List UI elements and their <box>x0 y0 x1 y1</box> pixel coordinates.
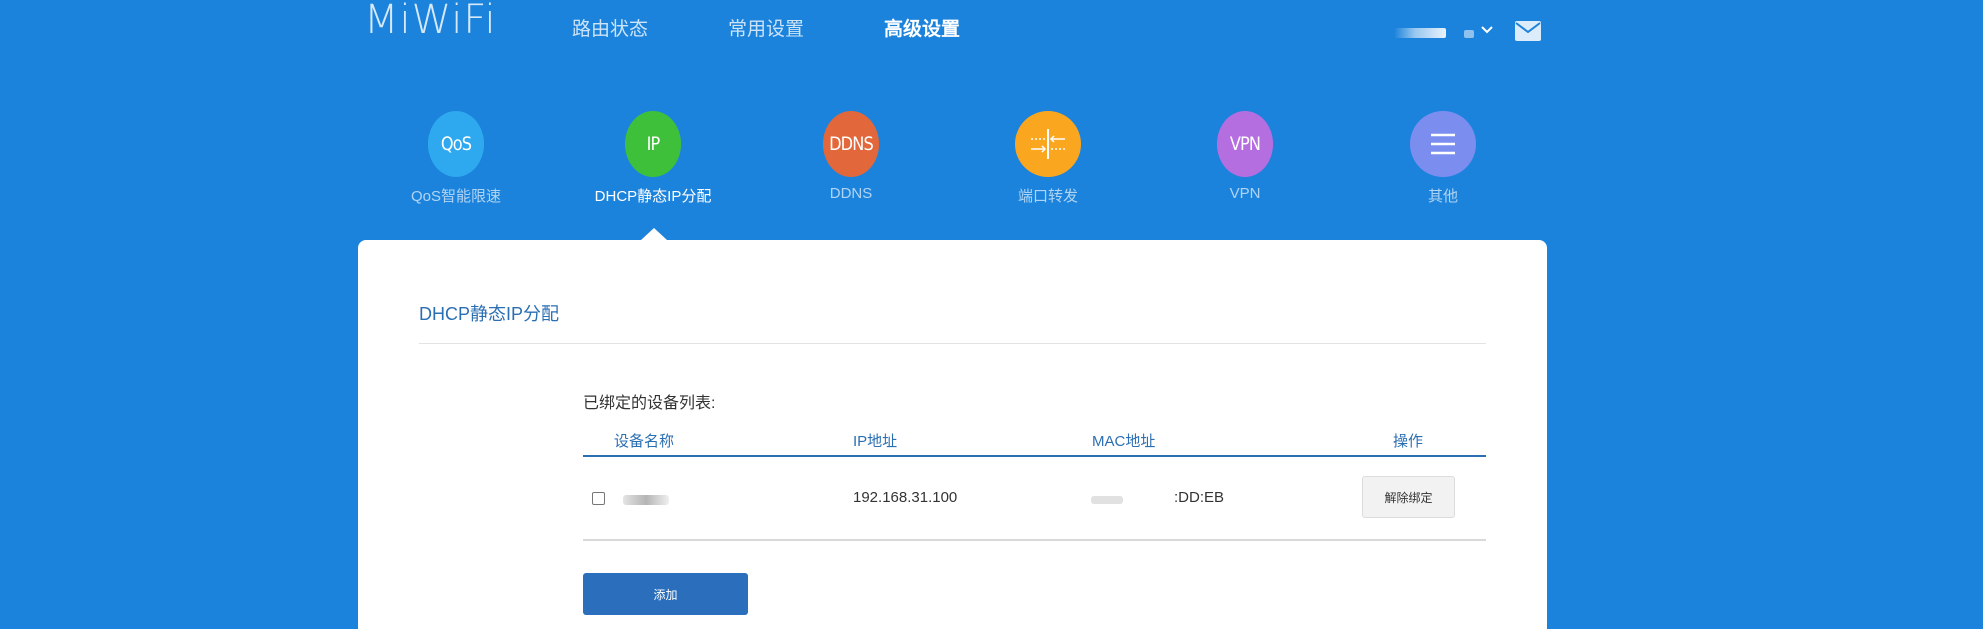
ddns-icon: DDNS <box>822 111 880 177</box>
bound-devices-table: 设备名称 IP地址 MAC地址 操作 192.168.31.100 :DD:EB… <box>583 426 1486 541</box>
router-admin-page: MiWiFi 路由状态 常用设置 高级设置 QoS QoS智能限速 IP DHC… <box>0 0 1983 629</box>
port-forward-icon <box>1015 111 1081 177</box>
device-ip: 192.168.31.100 <box>853 489 958 506</box>
miwifi-logo: MiWiFi <box>364 0 497 43</box>
menu-lines-icon <box>1410 111 1476 177</box>
add-button[interactable]: 添加 <box>583 573 748 615</box>
tab-dhcp-static-ip[interactable]: IP DHCP静态IP分配 <box>583 111 723 206</box>
content-panel: DHCP静态IP分配 已绑定的设备列表: 设备名称 IP地址 MAC地址 操作 … <box>358 240 1547 629</box>
col-ip: IP地址 <box>853 433 898 450</box>
panel-title: DHCP静态IP分配 <box>419 304 560 324</box>
device-name-redacted <box>623 495 669 505</box>
username-redacted <box>1394 28 1446 38</box>
tab-port-forward[interactable]: 端口转发 <box>978 111 1118 206</box>
title-divider <box>419 343 1486 344</box>
unbind-button[interactable]: 解除绑定 <box>1362 476 1455 518</box>
tab-qos-label: QoS智能限速 <box>410 188 501 205</box>
mac-prefix-redacted <box>1091 496 1123 504</box>
tab-qos[interactable]: QoS QoS智能限速 <box>386 111 526 206</box>
active-tab-pointer <box>641 228 667 240</box>
top-nav: 路由状态 常用设置 高级设置 <box>572 18 1040 42</box>
mail-icon[interactable] <box>1515 21 1541 41</box>
col-action: 操作 <box>1393 433 1424 450</box>
nav-router-status[interactable]: 路由状态 <box>572 18 648 42</box>
tab-vpn-label: VPN <box>1229 185 1261 202</box>
nav-advanced-settings[interactable]: 高级设置 <box>884 18 960 42</box>
tab-other[interactable]: 其他 <box>1373 111 1513 206</box>
tab-ddns-label: DDNS <box>829 185 873 202</box>
col-mac: MAC地址 <box>1092 433 1156 450</box>
nav-common-settings[interactable]: 常用设置 <box>728 18 804 42</box>
col-device-name: 设备名称 <box>614 433 675 450</box>
tab-dhcp-label: DHCP静态IP分配 <box>594 188 712 205</box>
tab-port-forward-label: 端口转发 <box>1017 188 1078 205</box>
tab-ddns[interactable]: DDNS DDNS <box>781 111 921 202</box>
user-avatar-redacted <box>1464 30 1474 38</box>
qos-icon: QoS <box>427 111 485 177</box>
table-row: 192.168.31.100 :DD:EB 解除绑定 <box>583 457 1486 541</box>
table-header: 设备名称 IP地址 MAC地址 操作 <box>583 426 1486 457</box>
device-mac: :DD:EB <box>1174 489 1225 506</box>
row-checkbox[interactable] <box>592 492 605 505</box>
user-menu[interactable] <box>1394 22 1494 38</box>
tab-other-label: 其他 <box>1427 188 1458 205</box>
tab-vpn[interactable]: VPN VPN <box>1175 111 1315 202</box>
bound-devices-label: 已绑定的设备列表: <box>583 395 716 412</box>
vpn-icon: VPN <box>1216 111 1274 177</box>
feature-tabs: QoS QoS智能限速 IP DHCP静态IP分配 DDNS DDNS 端口转发… <box>0 111 1983 211</box>
chevron-down-icon[interactable] <box>1480 23 1494 37</box>
ip-icon: IP <box>624 111 682 177</box>
